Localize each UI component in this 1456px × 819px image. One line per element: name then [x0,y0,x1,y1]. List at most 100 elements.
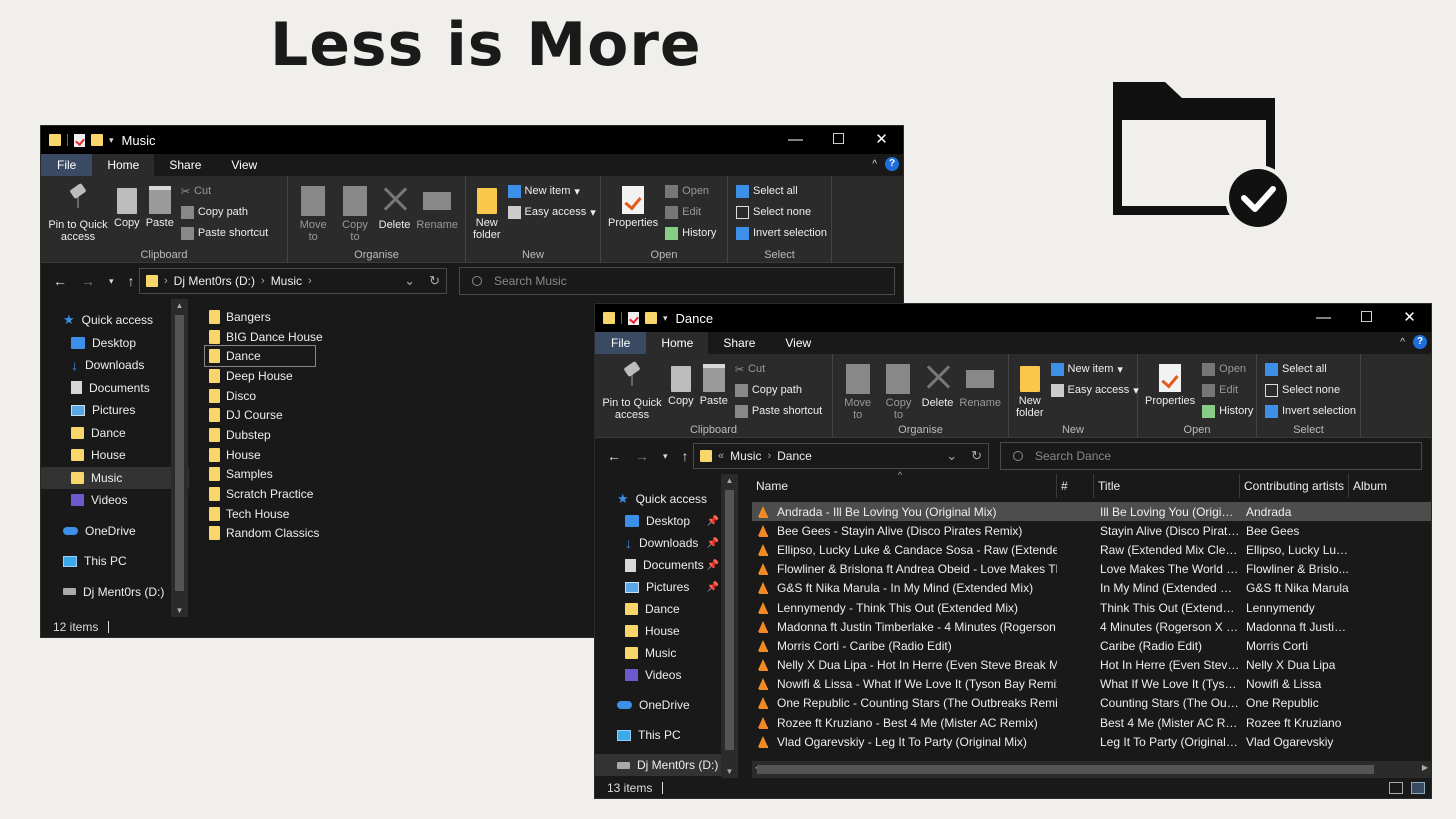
select-none-button[interactable]: Select none [1265,382,1356,398]
nav-onedrive[interactable]: OneDrive [595,694,725,716]
help-icon[interactable]: ? [1413,335,1427,349]
maximize-button[interactable]: ☐ [817,126,860,154]
open-button[interactable]: Open [665,183,716,199]
column-header-name[interactable]: Name ^ [752,470,1057,498]
easy-access-button[interactable]: Easy access ▾ [507,204,596,220]
refresh-icon[interactable]: ↻ [429,273,440,289]
nav-desktop[interactable]: Desktop📌 [595,510,725,532]
nav-music[interactable]: Music [595,642,725,664]
nav-documents[interactable]: Documents📌 [595,554,725,576]
scroll-right-icon[interactable]: ▶ [1422,763,1428,772]
folder-item[interactable]: House [205,445,323,465]
recent-locations-icon[interactable]: ▾ [663,451,668,462]
overflow-chevron[interactable]: « [718,450,724,462]
paste-shortcut-button[interactable]: Paste shortcut [180,225,268,241]
new-folder-icon[interactable] [645,312,657,324]
new-folder-icon[interactable] [91,134,103,146]
folder-item[interactable]: Bangers [205,307,323,327]
search-input[interactable]: Search Dance [1035,449,1111,463]
nav-this-pc[interactable]: This PC [41,550,189,573]
new-item-button[interactable]: New item ▾ [507,183,596,199]
nav-pictures[interactable]: Pictures📌 [41,399,189,422]
scroll-down-icon[interactable]: ▼ [171,606,188,615]
maximize-button[interactable]: ☐ [1345,304,1388,332]
minimize-button[interactable]: — [774,126,817,154]
arrow-right-icon[interactable]: → [635,448,649,464]
folder-item[interactable]: Random Classics [205,524,323,544]
breadcrumb-folder[interactable]: Dance [777,449,812,463]
folder-item[interactable]: Dance [204,345,316,368]
folder-item[interactable]: DJ Course [205,405,323,425]
nav-videos[interactable]: Videos [595,664,725,686]
collapse-ribbon-icon[interactable]: ^ [872,159,877,170]
folder-item[interactable]: Tech House [205,504,323,524]
nav-scrollbar[interactable]: ▲ ▼ [721,474,738,778]
tab-home[interactable]: Home [646,332,709,354]
nav-downloads[interactable]: ↓Downloads📌 [41,354,189,377]
nav-dance[interactable]: Dance [595,598,725,620]
nav-quick-access[interactable]: ★ Quick access [41,309,189,332]
easy-access-button[interactable]: Easy access ▾ [1050,382,1139,398]
paste-shortcut-button[interactable]: Paste shortcut [734,403,822,419]
invert-selection-button[interactable]: Invert selection [1265,403,1356,419]
nav-house[interactable]: House [41,444,189,467]
nav-drive[interactable]: Dj Ment0rs (D:) [595,754,725,776]
edit-button[interactable]: Edit [665,204,716,220]
select-none-button[interactable]: Select none [736,204,827,220]
close-button[interactable]: ✕ [860,126,903,154]
search-input[interactable]: Search Music [494,274,567,288]
help-icon[interactable]: ? [885,157,899,171]
large-icons-view-icon[interactable] [1411,782,1425,794]
scroll-up-icon[interactable]: ▲ [721,476,738,485]
nav-music[interactable]: Music [41,466,189,489]
folder-item[interactable]: Deep House [205,366,323,386]
column-header-title[interactable]: Title [1094,474,1240,498]
tab-share[interactable]: Share [708,332,770,354]
nav-downloads[interactable]: ↓Downloads📌 [595,532,725,554]
address-bar[interactable]: « Music › Dance ⌄ ↻ [693,443,989,469]
table-row[interactable]: One Republic - Counting Stars (The Outbr… [752,694,1431,713]
open-button[interactable]: Open [1202,361,1253,377]
table-row[interactable]: G&S ft Nika Marula - In My Mind (Extende… [752,579,1431,598]
breadcrumb-drive[interactable]: Dj Ment0rs (D:) [174,274,255,288]
copy-path-button[interactable]: Copy path [180,204,268,220]
customize-toolbar-icon[interactable]: ▾ [663,313,668,324]
minimize-button[interactable]: — [1302,304,1345,332]
edit-button[interactable]: Edit [1202,382,1253,398]
table-row[interactable]: Rozee ft Kruziano - Best 4 Me (Mister AC… [752,713,1431,732]
properties-icon[interactable] [74,133,85,147]
select-all-button[interactable]: Select all [1265,361,1356,377]
arrow-up-icon[interactable]: ↑ [128,273,135,289]
arrow-left-icon[interactable]: ← [53,273,67,289]
nav-scrollbar[interactable]: ▲ ▼ [171,299,188,617]
table-row[interactable]: Madonna ft Justin Timberlake - 4 Minutes… [752,617,1431,636]
folder-item[interactable]: Disco [205,386,323,406]
column-header-album[interactable]: Album [1349,474,1431,498]
nav-onedrive[interactable]: OneDrive [41,520,189,543]
table-row[interactable]: Morris Corti - Caribe (Radio Edit) Caribe… [752,636,1431,655]
tab-file[interactable]: File [595,332,647,354]
arrow-right-icon[interactable]: → [81,273,95,289]
search-box[interactable]: Search Dance [1000,442,1422,470]
table-row[interactable]: Lennymendy - Think This Out (Extended Mi… [752,598,1431,617]
table-row[interactable]: Flowliner & Brislona ft Andrea Obeid - L… [752,560,1431,579]
cut-button[interactable]: ✂ Cut [735,361,822,377]
nav-house[interactable]: House [595,620,725,642]
title-bar[interactable]: ▾ Music — ☐ ✕ [41,126,903,154]
nav-this-pc[interactable]: This PC [595,724,725,746]
column-header-artists[interactable]: Contributing artists [1240,474,1349,498]
folder-item[interactable]: Scratch Practice [205,484,323,504]
history-button[interactable]: History [665,225,716,241]
copy-path-button[interactable]: Copy path [734,382,822,398]
chevron-down-icon[interactable]: ⌄ [946,448,957,464]
scrollbar-thumb[interactable] [175,315,184,591]
select-all-button[interactable]: Select all [736,183,827,199]
folder-item[interactable]: Samples [205,465,323,485]
table-row[interactable]: Andrada - Ill Be Loving You (Original Mi… [752,502,1431,522]
properties-icon[interactable] [628,311,639,325]
nav-dance[interactable]: Dance [41,422,189,445]
history-button[interactable]: History [1202,403,1253,419]
search-box[interactable]: Search Music [459,267,895,295]
nav-drive[interactable]: Dj Ment0rs (D:) [41,581,189,604]
address-bar[interactable]: › Dj Ment0rs (D:) › Music › ⌄ ↻ [139,268,447,294]
